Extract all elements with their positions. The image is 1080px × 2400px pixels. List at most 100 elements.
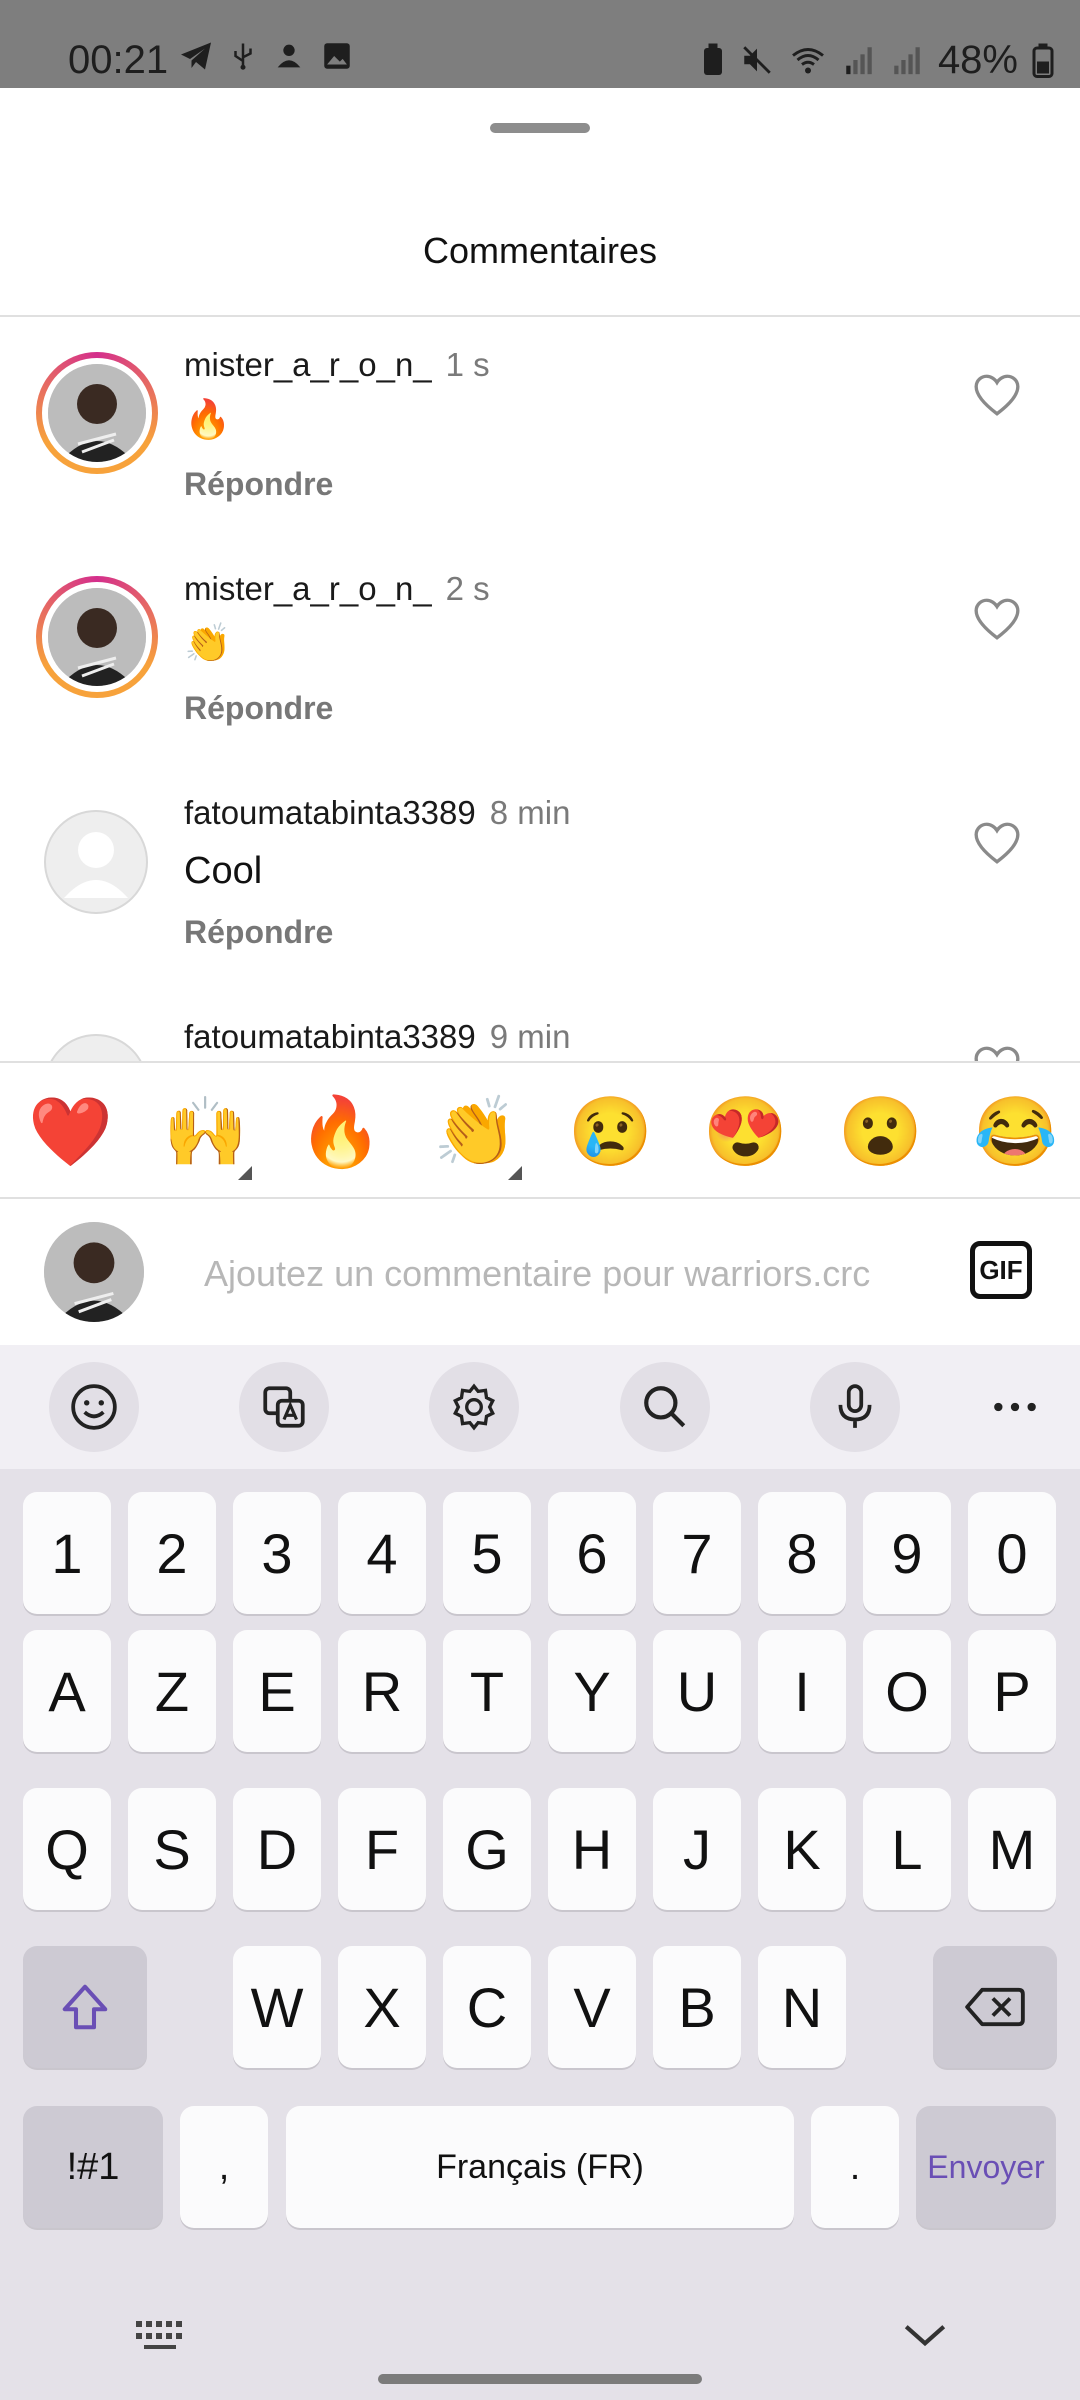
comment-header: fatoumatabinta3389 9 min bbox=[184, 1018, 570, 1056]
status-time: 00:21 bbox=[68, 38, 169, 82]
reaction-laughing[interactable]: 😂 bbox=[973, 1092, 1058, 1172]
reaction-heart-eyes[interactable]: 😍 bbox=[703, 1092, 788, 1172]
settings-icon[interactable] bbox=[429, 1362, 519, 1452]
status-bar: 00:21 48% bbox=[0, 0, 1080, 88]
key-r[interactable]: R bbox=[338, 1630, 426, 1752]
key-l[interactable]: L bbox=[863, 1788, 951, 1910]
avatar-placeholder[interactable] bbox=[44, 1034, 148, 1063]
comma-key[interactable]: , bbox=[180, 2106, 268, 2228]
reply-button[interactable]: Répondre bbox=[184, 690, 333, 727]
key-5[interactable]: 5 bbox=[443, 1492, 531, 1614]
key-y[interactable]: Y bbox=[548, 1630, 636, 1752]
avatar[interactable] bbox=[36, 352, 158, 474]
key-z[interactable]: Z bbox=[128, 1630, 216, 1752]
comment-text: 👏 bbox=[184, 623, 232, 665]
comment-username[interactable]: mister_a_r_o_n_ bbox=[184, 346, 432, 383]
emoji-icon[interactable] bbox=[49, 1362, 139, 1452]
backspace-key[interactable] bbox=[933, 1946, 1057, 2068]
key-k[interactable]: K bbox=[758, 1788, 846, 1910]
more-icon[interactable] bbox=[970, 1362, 1060, 1452]
comment-username[interactable]: mister_a_r_o_n_ bbox=[184, 570, 432, 607]
key-6[interactable]: 6 bbox=[548, 1492, 636, 1614]
key-u[interactable]: U bbox=[653, 1630, 741, 1752]
avatar-photo bbox=[48, 588, 146, 686]
key-4[interactable]: 4 bbox=[338, 1492, 426, 1614]
comment-item: mister_a_r_o_n_ 2 s 👏 Répondre bbox=[0, 542, 1080, 766]
comment-item: fatoumatabinta3389 9 min bbox=[0, 990, 1080, 1063]
comment-item: fatoumatabinta3389 8 min Cool Répondre bbox=[0, 766, 1080, 990]
space-key[interactable]: Français (FR) bbox=[286, 2106, 794, 2228]
key-c[interactable]: C bbox=[443, 1946, 531, 2068]
comment-input[interactable] bbox=[202, 1246, 926, 1302]
key-g[interactable]: G bbox=[443, 1788, 531, 1910]
key-j[interactable]: J bbox=[653, 1788, 741, 1910]
key-i[interactable]: I bbox=[758, 1630, 846, 1752]
key-s[interactable]: S bbox=[128, 1788, 216, 1910]
key-0[interactable]: 0 bbox=[968, 1492, 1056, 1614]
comment-username[interactable]: fatoumatabinta3389 bbox=[184, 1018, 476, 1055]
avatar-placeholder[interactable] bbox=[44, 810, 148, 914]
reaction-raised-hands[interactable]: 🙌 bbox=[163, 1092, 248, 1172]
like-heart-icon[interactable] bbox=[972, 596, 1022, 642]
key-p[interactable]: P bbox=[968, 1630, 1056, 1752]
reaction-fire[interactable]: 🔥 bbox=[298, 1092, 383, 1172]
comment-username[interactable]: fatoumatabinta3389 bbox=[184, 794, 476, 831]
comment-text: Cool bbox=[184, 850, 263, 892]
key-n[interactable]: N bbox=[758, 1946, 846, 2068]
like-heart-icon[interactable] bbox=[972, 820, 1022, 866]
key-v[interactable]: V bbox=[548, 1946, 636, 2068]
search-icon[interactable] bbox=[620, 1362, 710, 1452]
usb-icon bbox=[234, 43, 252, 70]
shift-key[interactable] bbox=[23, 1946, 147, 2068]
shift-arrow-icon bbox=[62, 1984, 108, 2030]
sheet-title: Commentaires bbox=[422, 230, 658, 271]
battery-saver-icon bbox=[703, 43, 722, 75]
symbols-key[interactable]: !#1 bbox=[23, 2106, 163, 2228]
send-key[interactable]: Envoyer bbox=[916, 2106, 1056, 2228]
key-h[interactable]: H bbox=[548, 1788, 636, 1910]
key-x[interactable]: X bbox=[338, 1946, 426, 2068]
key-d[interactable]: D bbox=[233, 1788, 321, 1910]
key-9[interactable]: 9 bbox=[863, 1492, 951, 1614]
reply-button[interactable]: Répondre bbox=[184, 466, 333, 503]
signal-icon bbox=[846, 47, 872, 75]
default-user-icon bbox=[64, 832, 128, 898]
key-w[interactable]: W bbox=[233, 1946, 321, 2068]
key-7[interactable]: 7 bbox=[653, 1492, 741, 1614]
key-t[interactable]: T bbox=[443, 1630, 531, 1752]
key-q[interactable]: Q bbox=[23, 1788, 111, 1910]
key-o[interactable]: O bbox=[863, 1630, 951, 1752]
system-icons: 48% bbox=[700, 38, 1054, 82]
chevron-down-icon[interactable] bbox=[900, 2310, 950, 2360]
reaction-heart[interactable]: ❤️ bbox=[28, 1092, 113, 1172]
home-indicator[interactable] bbox=[378, 2374, 702, 2384]
avatar[interactable] bbox=[36, 576, 158, 698]
reply-button[interactable]: Répondre bbox=[184, 914, 333, 951]
key-e[interactable]: E bbox=[233, 1630, 321, 1752]
microphone-icon[interactable] bbox=[810, 1362, 900, 1452]
gif-button[interactable]: GIF bbox=[970, 1241, 1032, 1299]
keyboard-hide-icon[interactable] bbox=[134, 2310, 190, 2360]
reaction-crying[interactable]: 😢 bbox=[568, 1092, 653, 1172]
comments-list[interactable]: mister_a_r_o_n_ 1 s 🔥 Répondre mister_a_r… bbox=[0, 318, 1080, 1063]
key-1[interactable]: 1 bbox=[23, 1492, 111, 1614]
key-3[interactable]: 3 bbox=[233, 1492, 321, 1614]
comment-time: 8 min bbox=[489, 794, 571, 831]
reaction-surprised[interactable]: 😮 bbox=[838, 1092, 923, 1172]
key-a[interactable]: A bbox=[23, 1630, 111, 1752]
key-2[interactable]: 2 bbox=[128, 1492, 216, 1614]
key-8[interactable]: 8 bbox=[758, 1492, 846, 1614]
current-user-avatar bbox=[44, 1222, 144, 1322]
skin-tone-indicator bbox=[508, 1166, 522, 1180]
key-m[interactable]: M bbox=[968, 1788, 1056, 1910]
skin-tone-indicator bbox=[238, 1166, 252, 1180]
avatar-photo bbox=[48, 364, 146, 462]
translate-icon[interactable] bbox=[239, 1362, 329, 1452]
key-b[interactable]: B bbox=[653, 1946, 741, 2068]
period-key[interactable]: . bbox=[811, 2106, 899, 2228]
like-heart-icon[interactable] bbox=[972, 372, 1022, 418]
reaction-clap[interactable]: 👏 bbox=[433, 1092, 518, 1172]
signal-icon-2 bbox=[894, 47, 920, 75]
key-f[interactable]: F bbox=[338, 1788, 426, 1910]
sheet-drag-handle[interactable] bbox=[490, 123, 590, 133]
